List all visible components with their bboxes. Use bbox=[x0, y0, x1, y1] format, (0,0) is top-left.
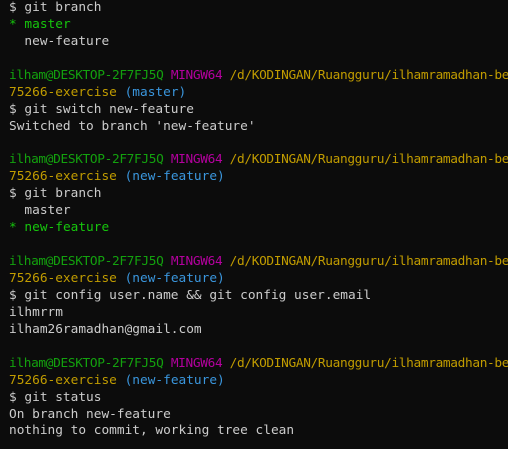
prompt-line: ilham@DESKTOP-2F7FJ5Q MINGW64 /d/KODINGA… bbox=[9, 356, 508, 373]
prompt-path-continued: 75266-exercise bbox=[9, 169, 117, 185]
prompt-git-branch: (new-feature) bbox=[124, 169, 225, 185]
output-line: ilham26ramadhan@gmail.com bbox=[9, 321, 202, 337]
output-line: nothing to commit, working tree clean bbox=[9, 423, 295, 439]
terminal-window[interactable]: $ git branch * master new-feature ilham@… bbox=[0, 0, 508, 449]
prompt-path-continued: 75266-exercise bbox=[9, 84, 117, 100]
current-branch-name: master bbox=[24, 16, 71, 32]
output-line: Switched to branch 'new-feature' bbox=[9, 118, 256, 134]
output-line: On branch new-feature bbox=[9, 406, 171, 422]
output-line: ilhmrrm bbox=[9, 304, 63, 320]
prompt-user-host: ilham@DESKTOP-2F7FJ5Q bbox=[9, 152, 164, 168]
prompt-git-branch: (new-feature) bbox=[124, 372, 225, 388]
prompt-shell: MINGW64 bbox=[170, 254, 223, 270]
prompt-shell: MINGW64 bbox=[170, 355, 223, 371]
prompt-shell: MINGW64 bbox=[170, 152, 223, 168]
command-line: $ git switch new-feature bbox=[9, 101, 194, 117]
prompt-path: /d/KODINGAN/Ruangguru/ilhamramadhan-be29 bbox=[229, 152, 508, 168]
prompt-user-host: ilham@DESKTOP-2F7FJ5Q bbox=[9, 67, 164, 83]
prompt-path: /d/KODINGAN/Ruangguru/ilhamramadhan-be29 bbox=[229, 254, 508, 270]
prompt-user-host: ilham@DESKTOP-2F7FJ5Q bbox=[9, 254, 164, 270]
current-branch-marker: * bbox=[9, 220, 25, 236]
command-line: $ git status bbox=[9, 389, 102, 405]
prompt-line: ilham@DESKTOP-2F7FJ5Q MINGW64 /d/KODINGA… bbox=[9, 152, 508, 169]
prompt-path-continued: 75266-exercise bbox=[9, 271, 117, 286]
prompt-line: ilham@DESKTOP-2F7FJ5Q MINGW64 /d/KODINGA… bbox=[9, 254, 508, 271]
prompt-path: /d/KODINGAN/Ruangguru/ilhamramadhan-be29 bbox=[229, 355, 508, 371]
prompt-shell: MINGW64 bbox=[170, 67, 223, 83]
prompt-line-continued: 75266-exercise (new-feature) bbox=[9, 169, 508, 186]
command-line: $ git config user.name && git config use… bbox=[9, 287, 372, 303]
prompt-git-branch: (new-feature) bbox=[124, 271, 225, 286]
prompt-git-branch: (master) bbox=[124, 84, 187, 100]
command-line: $ git branch bbox=[9, 186, 102, 202]
prompt-line-continued: 75266-exercise (new-feature) bbox=[9, 373, 508, 390]
branch-list-item: master bbox=[9, 203, 71, 219]
branch-list-item: new-feature bbox=[9, 33, 110, 49]
current-branch-marker: * bbox=[9, 16, 25, 32]
current-branch-name: new-feature bbox=[24, 220, 110, 236]
prompt-path-continued: 75266-exercise bbox=[9, 372, 117, 388]
prompt-path: /d/KODINGAN/Ruangguru/ilhamramadhan-be29 bbox=[229, 67, 508, 83]
prompt-line: ilham@DESKTOP-2F7FJ5Q MINGW64 /d/KODINGA… bbox=[9, 68, 508, 85]
prompt-line-continued: 75266-exercise (master) bbox=[9, 85, 508, 102]
branch-list-item-current: * master bbox=[9, 17, 508, 34]
command-line: $ git branch bbox=[9, 0, 102, 15]
branch-list-item-current: * new-feature bbox=[9, 220, 508, 237]
prompt-line-continued: 75266-exercise (new-feature) bbox=[9, 271, 508, 288]
prompt-user-host: ilham@DESKTOP-2F7FJ5Q bbox=[9, 355, 164, 371]
